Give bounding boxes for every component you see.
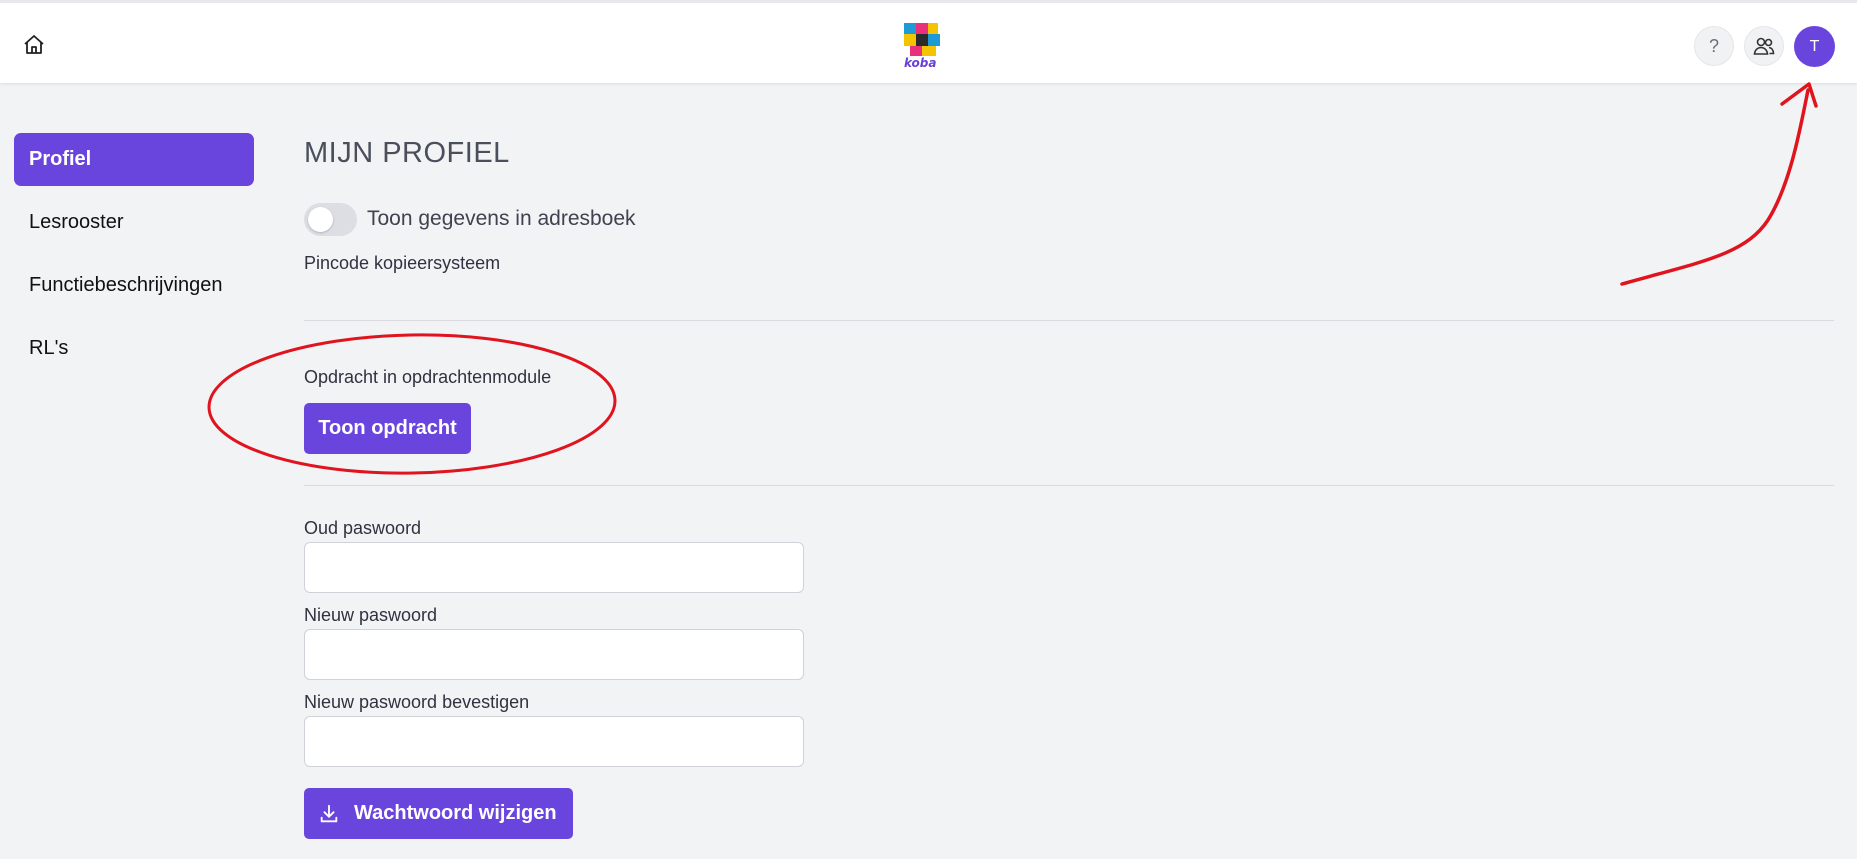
home-icon[interactable] (22, 33, 46, 57)
users-button[interactable] (1744, 26, 1784, 66)
annotation-arrow (1620, 88, 1810, 286)
sidebar-item-rls[interactable]: RL's (14, 322, 254, 375)
sidebar-item-lesrooster[interactable]: Lesrooster (14, 196, 254, 249)
annotation-arrowhead (1780, 82, 1818, 108)
old-password-label: Oud paswoord (304, 518, 422, 538)
logo-text: koba (904, 56, 937, 70)
confirm-password-label: Nieuw paswoord bevestigen (304, 692, 530, 712)
sidebar-item-profiel[interactable]: Profiel (14, 133, 254, 186)
sidebar-item-functiebeschrijvingen[interactable]: Functiebeschrijvingen (14, 259, 254, 312)
change-password-label: Wachtwoord wijzigen (354, 802, 557, 824)
new-password-label: Nieuw paswoord (304, 605, 438, 625)
help-icon: ? (1708, 35, 1719, 56)
addressbook-toggle-label: Toon gegevens in adresboek (367, 207, 636, 230)
toggle-knob (308, 207, 333, 232)
show-assignment-button[interactable]: Toon opdracht (304, 403, 471, 454)
addressbook-toggle[interactable] (304, 203, 357, 236)
opdracht-label: Opdracht in opdrachtenmodule (304, 367, 552, 387)
sidebar: Profiel Lesrooster Functiebeschrijvingen… (14, 133, 254, 385)
help-button[interactable]: ? (1694, 26, 1734, 66)
divider (304, 485, 1834, 486)
old-password-input[interactable] (304, 542, 804, 593)
new-password-input[interactable] (304, 629, 804, 680)
download-icon (320, 804, 338, 822)
change-password-button[interactable]: Wachtwoord wijzigen (304, 788, 573, 839)
confirm-password-input[interactable] (304, 716, 804, 767)
people-icon (1753, 37, 1775, 55)
annotation-layer (207, 82, 1818, 475)
koba-logo: koba (902, 21, 946, 70)
user-avatar[interactable]: T (1794, 26, 1835, 67)
page-title: MIJN PROFIEL (304, 137, 510, 169)
top-bar: koba ? T (0, 0, 1857, 83)
pincode-label: Pincode kopieersysteem (304, 253, 501, 273)
divider (304, 320, 1834, 321)
